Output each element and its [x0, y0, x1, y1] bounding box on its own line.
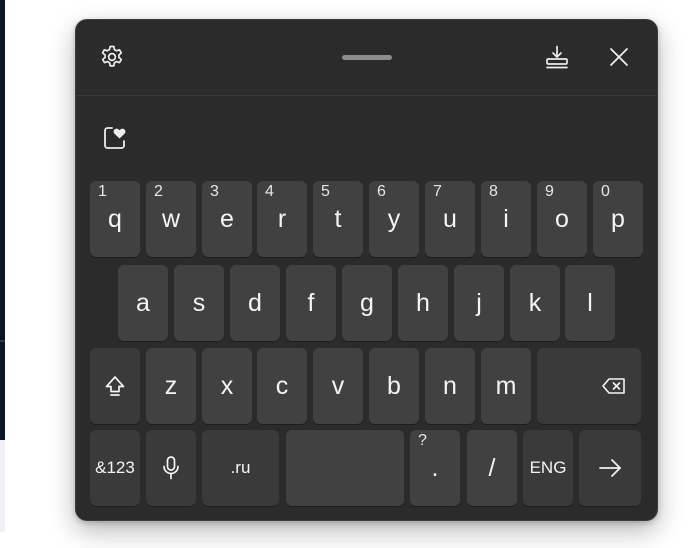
- symbols-key[interactable]: &123: [90, 430, 140, 506]
- background-divider: [0, 340, 5, 342]
- key-letter-label: p: [611, 204, 625, 233]
- key-letter-label: y: [387, 204, 401, 233]
- spacebar[interactable]: [286, 430, 404, 506]
- gear-icon: [101, 45, 123, 67]
- symbols-key-label: &123: [95, 458, 135, 477]
- key-v[interactable]: v: [313, 348, 363, 424]
- key-s[interactable]: s: [174, 265, 224, 341]
- key-a[interactable]: a: [118, 265, 168, 341]
- background-window-light: [0, 440, 5, 532]
- key-letter-label: o: [555, 204, 569, 233]
- key-i[interactable]: 8 i: [481, 181, 531, 257]
- key-letter-label: h: [416, 288, 430, 317]
- key-letter-label: z: [164, 371, 178, 400]
- key-letter-label: l: [587, 288, 593, 317]
- period-key-label: .: [431, 453, 439, 482]
- key-letter-label: m: [495, 371, 517, 400]
- key-letter-label: d: [248, 288, 262, 317]
- key-letter-label: q: [108, 204, 122, 233]
- key-t[interactable]: 5 t: [313, 181, 363, 257]
- key-letter-label: j: [476, 288, 482, 317]
- key-q[interactable]: 1 q: [90, 181, 140, 257]
- key-letter-label: s: [192, 288, 206, 317]
- key-letter-label: i: [503, 204, 509, 233]
- key-m[interactable]: m: [481, 348, 531, 424]
- arrow-right-icon: [579, 430, 641, 506]
- key-k[interactable]: k: [510, 265, 560, 341]
- key-h[interactable]: h: [398, 265, 448, 341]
- key-letter-label: k: [528, 288, 542, 317]
- close-button[interactable]: [602, 40, 636, 74]
- language-key-label: ENG: [529, 458, 567, 477]
- shift-key[interactable]: [90, 348, 140, 424]
- key-d[interactable]: d: [230, 265, 280, 341]
- key-letter-label: u: [443, 204, 457, 233]
- key-p[interactable]: 0 p: [593, 181, 643, 257]
- key-f[interactable]: f: [286, 265, 336, 341]
- enter-key[interactable]: [579, 430, 641, 506]
- touch-keyboard: 1 q 2 w 3 e 4 r 5 t 6 y 7 u 8 i 9 o 0 p …: [75, 19, 658, 521]
- clipboard-button[interactable]: [98, 120, 132, 154]
- key-x[interactable]: x: [202, 348, 252, 424]
- key-letter-label: x: [220, 371, 234, 400]
- drag-handle[interactable]: [342, 55, 392, 60]
- key-letter-label: f: [307, 288, 315, 317]
- domain-key-label: .ru: [230, 458, 251, 477]
- key-g[interactable]: g: [342, 265, 392, 341]
- key-letter-label: c: [275, 371, 289, 400]
- key-letter-label: n: [443, 371, 457, 400]
- dock-download-icon: [546, 45, 568, 69]
- keyboard-titlebar: [76, 20, 657, 96]
- key-j[interactable]: j: [454, 265, 504, 341]
- key-letter-label: b: [387, 371, 401, 400]
- key-letter-label: a: [136, 288, 150, 317]
- key-c[interactable]: c: [257, 348, 307, 424]
- period-key[interactable]: ? .: [410, 430, 460, 506]
- key-r[interactable]: 4 r: [257, 181, 307, 257]
- domain-key[interactable]: .ru: [202, 430, 279, 506]
- key-o[interactable]: 9 o: [537, 181, 587, 257]
- key-e[interactable]: 3 e: [202, 181, 252, 257]
- key-l[interactable]: l: [565, 265, 615, 341]
- slash-key-label: /: [488, 453, 496, 482]
- slash-key[interactable]: /: [467, 430, 517, 506]
- key-letter-label: t: [334, 204, 342, 233]
- clipboard-heart-icon: [104, 127, 126, 149]
- key-b[interactable]: b: [369, 348, 419, 424]
- backspace-icon: [537, 348, 641, 424]
- key-letter-label: e: [220, 204, 234, 233]
- key-letter-label: g: [360, 288, 374, 317]
- close-icon: [610, 48, 628, 66]
- key-z[interactable]: z: [146, 348, 196, 424]
- language-key[interactable]: ENG: [523, 430, 573, 506]
- settings-button[interactable]: [95, 40, 129, 74]
- key-letter-label: r: [277, 204, 287, 233]
- key-n[interactable]: n: [425, 348, 475, 424]
- key-w[interactable]: 2 w: [146, 181, 196, 257]
- key-u[interactable]: 7 u: [425, 181, 475, 257]
- key-letter-label: w: [161, 204, 181, 233]
- voice-typing-key[interactable]: [146, 430, 196, 506]
- key-letter-label: v: [331, 371, 345, 400]
- background-window-dark: [0, 0, 5, 440]
- backspace-key[interactable]: [537, 348, 641, 424]
- dock-button[interactable]: [540, 40, 574, 74]
- microphone-icon: [146, 430, 196, 506]
- shift-icon: [90, 348, 140, 424]
- key-y[interactable]: 6 y: [369, 181, 419, 257]
